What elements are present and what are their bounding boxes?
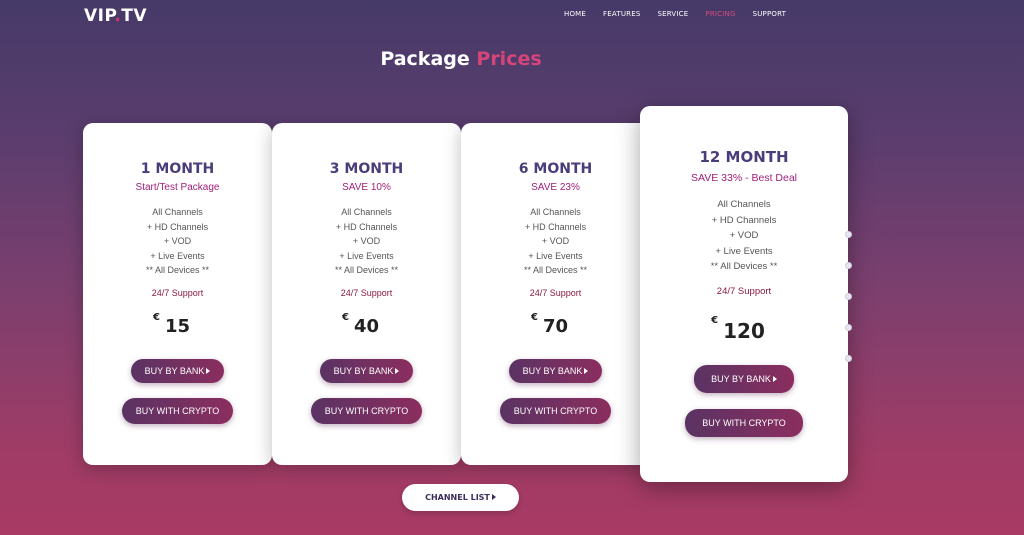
buy-by-bank-button[interactable]: BUY BY BANK bbox=[130, 358, 225, 383]
page-title: Package Prices bbox=[0, 48, 922, 70]
feature-item: + VOD bbox=[729, 230, 759, 241]
buy-by-bank-label: BUY BY BANK bbox=[144, 365, 205, 376]
plan-features: All Channels + HD Channels + VOD + Live … bbox=[640, 197, 848, 275]
plan-features: All Channels + HD Channels + VOD + Live … bbox=[272, 205, 461, 278]
page-title-accent: Prices bbox=[476, 48, 542, 70]
buy-by-bank-label: BUY BY BANK bbox=[522, 365, 583, 376]
plan-price: €120 bbox=[711, 315, 765, 343]
currency-symbol: € bbox=[530, 311, 538, 323]
plan-support: 24/7 Support bbox=[529, 287, 582, 298]
slider-dot[interactable] bbox=[845, 324, 852, 331]
plan-support: 24/7 Support bbox=[340, 287, 393, 298]
buy-with-crypto-button[interactable]: BUY WITH CRYPTO bbox=[685, 408, 803, 437]
feature-item: + Live Events bbox=[528, 250, 583, 261]
channel-list-button[interactable]: CHANNEL LIST bbox=[402, 484, 519, 511]
caret-right-icon bbox=[206, 367, 211, 374]
caret-right-icon bbox=[491, 494, 496, 500]
plan-name: 12 MONTH bbox=[699, 148, 789, 166]
logo-text-part2: TV bbox=[121, 6, 148, 26]
nav-pricing[interactable]: PRICING bbox=[705, 10, 735, 18]
caret-right-icon bbox=[584, 367, 589, 374]
feature-item: + HD Channels bbox=[146, 221, 209, 232]
plan-name: 6 MONTH bbox=[518, 161, 593, 177]
buy-with-crypto-button[interactable]: BUY WITH CRYPTO bbox=[499, 397, 612, 424]
feature-item: All Channels bbox=[152, 207, 203, 217]
plan-subtitle: Start/Test Package bbox=[135, 182, 220, 193]
buy-with-crypto-button[interactable]: BUY WITH CRYPTO bbox=[310, 397, 423, 424]
price-value: 15 bbox=[164, 315, 191, 337]
nav-service[interactable]: SERVICE bbox=[657, 10, 688, 18]
plan-card-6-month: 6 MONTH SAVE 23% All Channels + HD Chann… bbox=[461, 123, 650, 465]
currency-symbol: € bbox=[341, 311, 349, 323]
plan-card-1-month: 1 MONTH Start/Test Package All Channels … bbox=[83, 123, 272, 465]
plan-card-12-month: 12 MONTH SAVE 33% - Best Deal All Channe… bbox=[640, 106, 848, 482]
plan-support: 24/7 Support bbox=[151, 287, 204, 298]
channel-list-label: CHANNEL LIST bbox=[425, 493, 490, 502]
slider-dot[interactable] bbox=[845, 293, 852, 300]
price-value: 120 bbox=[723, 318, 765, 343]
slider-dot[interactable] bbox=[845, 355, 852, 362]
plan-price: €15 bbox=[153, 312, 191, 337]
plan-features: All Channels + HD Channels + VOD + Live … bbox=[461, 205, 650, 278]
plan-subtitle: SAVE 10% bbox=[342, 182, 391, 193]
feature-item: ** All Devices ** bbox=[523, 265, 588, 275]
slider-dot[interactable] bbox=[845, 231, 852, 238]
currency-symbol: € bbox=[711, 314, 719, 326]
plan-support: 24/7 Support bbox=[716, 285, 772, 297]
feature-item: All Channels bbox=[341, 207, 392, 217]
price-value: 40 bbox=[353, 315, 380, 337]
plan-price: €40 bbox=[342, 312, 380, 337]
price-value: 70 bbox=[542, 315, 569, 337]
plan-price: €70 bbox=[531, 312, 569, 337]
plan-subtitle: SAVE 33% - Best Deal bbox=[690, 172, 798, 184]
currency-symbol: € bbox=[152, 311, 160, 323]
nav-home[interactable]: HOME bbox=[564, 10, 586, 18]
feature-item: + HD Channels bbox=[711, 214, 777, 226]
feature-item: + Live Events bbox=[339, 250, 394, 261]
feature-item: ** All Devices ** bbox=[145, 265, 210, 275]
caret-right-icon bbox=[395, 367, 400, 374]
buy-by-bank-button[interactable]: BUY BY BANK bbox=[508, 358, 603, 383]
nav-support[interactable]: SUPPORT bbox=[753, 10, 787, 18]
buy-by-bank-button[interactable]: BUY BY BANK bbox=[694, 364, 794, 393]
feature-item: All Channels bbox=[717, 199, 771, 210]
plan-name: 1 MONTH bbox=[140, 161, 215, 177]
main-nav: HOME FEATURES SERVICE PRICING SUPPORT bbox=[564, 10, 803, 18]
feature-item: + HD Channels bbox=[524, 221, 587, 232]
feature-item: ** All Devices ** bbox=[710, 261, 778, 272]
feature-item: All Channels bbox=[530, 207, 581, 217]
feature-item: + VOD bbox=[352, 236, 381, 246]
buy-by-bank-label: BUY BY BANK bbox=[333, 365, 394, 376]
feature-item: ** All Devices ** bbox=[334, 265, 399, 275]
logo-text-part1: VIP bbox=[84, 6, 115, 26]
slider-dot[interactable] bbox=[845, 262, 852, 269]
buy-by-bank-label: BUY BY BANK bbox=[711, 373, 771, 384]
feature-item: + VOD bbox=[541, 236, 570, 246]
buy-by-bank-button[interactable]: BUY BY BANK bbox=[319, 358, 414, 383]
caret-right-icon bbox=[772, 375, 777, 382]
plan-name: 3 MONTH bbox=[329, 161, 404, 177]
feature-item: + Live Events bbox=[715, 245, 773, 257]
plan-features: All Channels + HD Channels + VOD + Live … bbox=[83, 205, 272, 278]
feature-item: + HD Channels bbox=[335, 221, 398, 232]
nav-features[interactable]: FEATURES bbox=[603, 10, 640, 18]
page-title-part1: Package bbox=[380, 48, 470, 70]
buy-with-crypto-button[interactable]: BUY WITH CRYPTO bbox=[121, 397, 234, 424]
plan-subtitle: SAVE 23% bbox=[531, 182, 580, 193]
site-logo[interactable]: VIP.TV bbox=[84, 6, 147, 26]
slider-dots bbox=[845, 231, 852, 386]
plan-card-3-month: 3 MONTH SAVE 10% All Channels + HD Chann… bbox=[272, 123, 461, 465]
feature-item: + VOD bbox=[163, 236, 192, 246]
feature-item: + Live Events bbox=[150, 250, 205, 261]
